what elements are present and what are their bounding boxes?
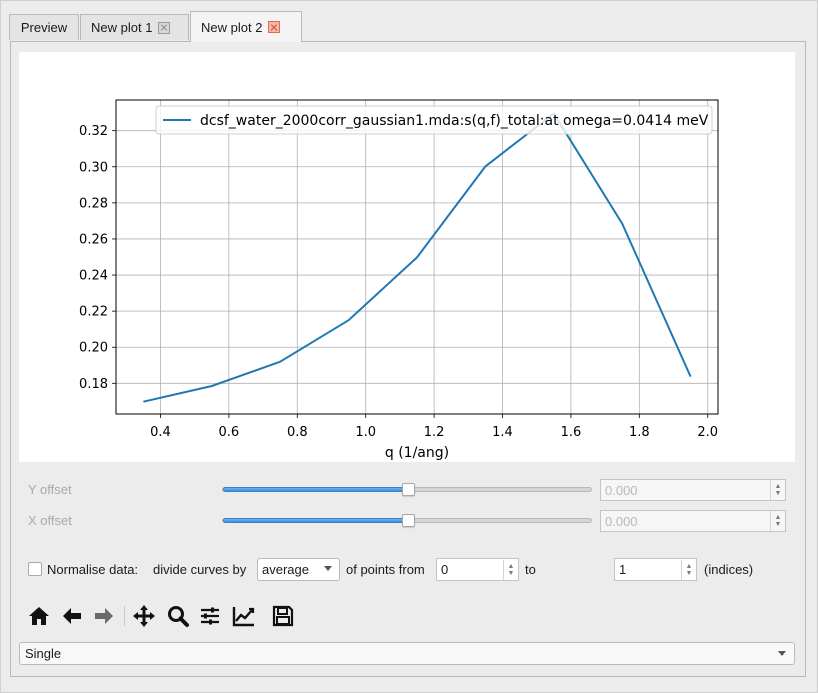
x-offset-value: 0.000	[605, 513, 638, 529]
tab-preview[interactable]: Preview	[9, 14, 79, 40]
tab-new-plot-1[interactable]: New plot 1	[80, 14, 189, 40]
close-icon[interactable]	[158, 21, 171, 34]
x-tick-label: 1.4	[492, 425, 513, 440]
plot-figure[interactable]: 0.4 0.6 0.8 1.0 1.2 1.4 1.6 1.8 2.0 0.18 0.20 0.22 0…	[19, 52, 795, 462]
home-icon[interactable]	[27, 604, 51, 628]
normalise-method-value: average	[262, 562, 309, 577]
to-label: to	[525, 562, 536, 577]
x-offset-slider-fill	[223, 518, 408, 523]
from-index-value: 0	[441, 562, 449, 577]
divide-curves-label: divide curves by	[153, 562, 247, 577]
zoom-icon[interactable]	[166, 604, 190, 628]
pan-icon[interactable]	[132, 604, 156, 628]
y-offset-label: Y offset	[28, 482, 72, 497]
edit-axis-icon[interactable]	[232, 604, 256, 628]
y-offset-spinbox[interactable]: 0.000 ▲ ▼	[600, 479, 786, 501]
configure-subplots-icon[interactable]	[198, 604, 222, 628]
y-offset-slider-handle[interactable]	[402, 483, 415, 496]
back-arrow-icon[interactable]	[60, 604, 84, 628]
spin-arrows-icon[interactable]: ▲ ▼	[770, 480, 785, 500]
normalise-label: Normalise data:	[47, 562, 139, 577]
forward-arrow-icon[interactable]	[92, 604, 116, 628]
plot-mode-select[interactable]: Single	[19, 642, 795, 665]
indices-label: (indices)	[704, 562, 754, 577]
chevron-down-icon	[778, 651, 786, 656]
tab-label: New plot 2	[201, 19, 263, 35]
x-tick-label: 1.8	[629, 425, 650, 440]
y-tick-label: 0.20	[79, 341, 108, 356]
x-tick-label: 0.6	[219, 425, 240, 440]
x-tick-label: 1.6	[561, 425, 582, 440]
spin-arrows-icon[interactable]: ▲ ▼	[503, 559, 518, 580]
to-index-spinbox[interactable]: 1 ▲ ▼	[614, 558, 697, 581]
normalise-method-select[interactable]: average	[257, 558, 340, 581]
spin-arrows-icon[interactable]: ▲ ▼	[681, 559, 696, 580]
plot-canvas[interactable]: 0.4 0.6 0.8 1.0 1.2 1.4 1.6 1.8 2.0 0.18 0.20 0.22 0…	[19, 52, 795, 462]
points-from-label: of points from	[346, 562, 425, 577]
from-index-spinbox[interactable]: 0 ▲ ▼	[436, 558, 519, 581]
y-tick-label: 0.24	[79, 269, 108, 284]
y-tick-label: 0.22	[79, 305, 108, 320]
x-tick-label: 0.8	[287, 425, 308, 440]
x-offset-slider-handle[interactable]	[402, 514, 415, 527]
series-line	[143, 112, 692, 403]
x-tick-label: 2.0	[697, 425, 718, 440]
y-tick-label: 0.18	[79, 377, 108, 392]
chevron-down-icon	[324, 566, 332, 571]
x-axis-label: q (1/ang)	[385, 445, 449, 461]
y-tick-label: 0.26	[79, 232, 108, 247]
y-offset-value: 0.000	[605, 482, 638, 498]
spin-arrows-icon[interactable]: ▲ ▼	[770, 511, 785, 531]
x-tick-label: 1.2	[424, 425, 445, 440]
y-tick-label: 0.32	[79, 124, 108, 139]
y-tick-label: 0.28	[79, 196, 108, 211]
x-offset-spinbox[interactable]: 0.000 ▲ ▼	[600, 510, 786, 532]
x-tick-label: 1.0	[355, 425, 376, 440]
save-icon[interactable]	[271, 604, 295, 628]
plot-mode-value: Single	[25, 646, 62, 661]
y-tick-label: 0.30	[79, 160, 108, 175]
x-offset-slider[interactable]	[222, 514, 592, 527]
tab-label: New plot 1	[91, 20, 153, 35]
to-index-value: 1	[619, 562, 627, 577]
y-offset-slider[interactable]	[222, 483, 592, 496]
toolbar-separator	[124, 606, 125, 626]
legend: dcsf_water_2000corr_gaussian1.mda:s(q,f)…	[155, 105, 713, 135]
y-offset-slider-fill	[223, 487, 408, 492]
tab-new-plot-2[interactable]: New plot 2	[190, 11, 302, 42]
normalise-checkbox[interactable]	[28, 562, 42, 576]
legend-entry: dcsf_water_2000corr_gaussian1.mda:s(q,f)…	[200, 113, 709, 129]
close-icon[interactable]	[268, 21, 281, 33]
tab-label: Preview	[20, 20, 68, 35]
x-offset-label: X offset	[28, 513, 72, 528]
x-tick-label: 0.4	[150, 425, 171, 440]
